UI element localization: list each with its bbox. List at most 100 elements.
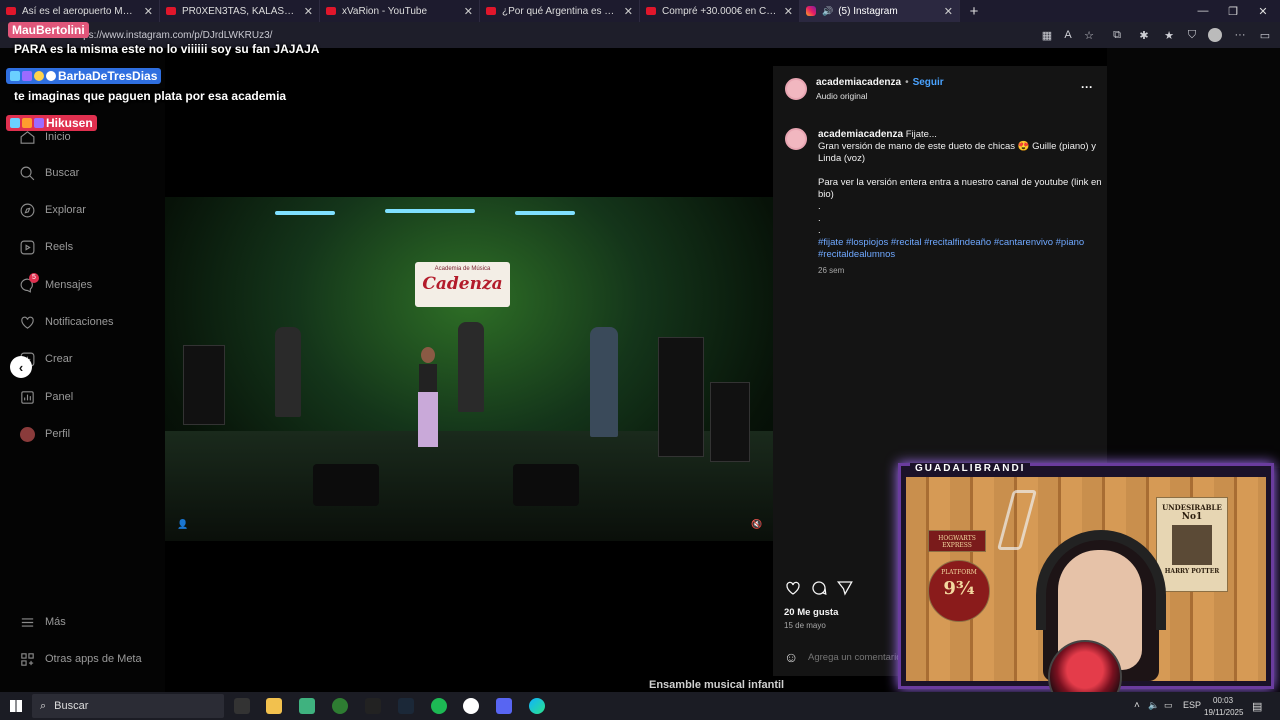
amplifier bbox=[658, 337, 704, 457]
url-field[interactable]: https://www.instagram.com/p/DJrdLWKRUz3/ bbox=[72, 30, 272, 41]
close-tab-icon[interactable]: ✕ bbox=[464, 5, 473, 18]
spotify-icon[interactable] bbox=[431, 698, 447, 714]
stage-light bbox=[385, 209, 475, 213]
favorites-icon[interactable]: ★ bbox=[1162, 28, 1176, 42]
sidebar-item-mas[interactable]: Más bbox=[18, 613, 66, 631]
platform-number: 9¾ bbox=[943, 578, 975, 599]
xbox-icon[interactable] bbox=[332, 698, 348, 714]
close-tab-icon[interactable]: ✕ bbox=[144, 5, 153, 18]
follow-button[interactable]: Seguir bbox=[913, 77, 944, 88]
guitarist bbox=[275, 327, 301, 417]
close-window-icon[interactable]: ✕ bbox=[1248, 0, 1278, 22]
previous-post-button[interactable]: ‹ bbox=[10, 356, 32, 378]
sidebar-item-mensajes[interactable]: 5 Mensajes bbox=[18, 273, 92, 294]
background-caption: Ensamble musical infantil bbox=[649, 679, 785, 691]
epic-games-icon[interactable] bbox=[365, 698, 381, 714]
language-indicator[interactable]: ESP bbox=[1183, 700, 1201, 710]
tab-title: ¿Por qué Argentina es el Mejor País bbox=[502, 5, 618, 17]
avatar[interactable] bbox=[785, 128, 807, 150]
more-icon[interactable]: ··· bbox=[1233, 28, 1247, 42]
dashboard-icon bbox=[18, 388, 36, 406]
close-tab-icon[interactable]: ✕ bbox=[784, 5, 793, 18]
show-hidden-icon[interactable]: ˄ bbox=[1134, 700, 1140, 711]
extensions-icon[interactable]: ⧉ bbox=[1110, 28, 1124, 42]
sidebar-item-notificaciones[interactable]: Notificaciones bbox=[18, 313, 113, 331]
avatar[interactable] bbox=[785, 78, 807, 100]
badge-icon bbox=[10, 118, 20, 128]
sidebar-item-explorar[interactable]: Explorar bbox=[18, 201, 86, 219]
singer bbox=[417, 347, 439, 457]
taskbar-search[interactable]: ⌕ Buscar bbox=[32, 694, 224, 718]
sidebar-item-label: Notificaciones bbox=[45, 316, 114, 328]
likes-count[interactable]: 20 Me gusta bbox=[784, 607, 838, 618]
minimize-icon[interactable]: — bbox=[1188, 0, 1218, 22]
close-tab-icon[interactable]: ✕ bbox=[304, 5, 313, 18]
mute-icon[interactable]: 🔇 bbox=[751, 519, 762, 530]
amplifier bbox=[183, 345, 225, 425]
browser-tab-active[interactable]: 🔊 (5) Instagram ✕ bbox=[800, 0, 960, 22]
shield-icon[interactable]: ⛉ bbox=[1185, 28, 1199, 42]
obs-icon[interactable] bbox=[463, 698, 479, 714]
browser-tab[interactable]: PR0XEN3TAS, KALÁSHNIK0V y G... ✕ bbox=[160, 0, 320, 22]
share-icon[interactable] bbox=[836, 579, 854, 602]
browser-tab[interactable]: Así es el aeropuerto MÁS MODERNO ✕ bbox=[0, 0, 160, 22]
post-header: academiacadenza • Seguir bbox=[816, 77, 944, 88]
puzzle-icon[interactable]: ✱ bbox=[1137, 28, 1151, 42]
menu-icon bbox=[18, 613, 36, 631]
sidebar-item-label: Otras apps de Meta bbox=[45, 653, 142, 665]
instagram-icon bbox=[806, 6, 816, 16]
volume-icon[interactable]: 🔈 bbox=[1148, 700, 1159, 711]
sidebar-item-label: Buscar bbox=[45, 167, 80, 179]
sidebar-item-buscar[interactable]: Buscar bbox=[18, 164, 79, 182]
file-explorer-icon[interactable] bbox=[266, 698, 282, 714]
profile-avatar[interactable] bbox=[1208, 28, 1222, 42]
browser-tab[interactable]: xVaRion - YouTube ✕ bbox=[320, 0, 480, 22]
badge-icon bbox=[46, 71, 56, 81]
emoji-icon[interactable]: ☺ bbox=[784, 649, 798, 665]
hashtags[interactable]: #fijate #lospiojos #recital #recitalfind… bbox=[818, 237, 1084, 249]
windows-start-icon[interactable] bbox=[10, 700, 22, 712]
sidebar-item-panel[interactable]: Panel bbox=[18, 388, 73, 406]
clock-date[interactable]: 19/11/2025 bbox=[1204, 708, 1243, 717]
sidebar-item-label: Más bbox=[45, 616, 66, 628]
read-aloud-icon[interactable]: A bbox=[1061, 28, 1075, 42]
edge-icon[interactable] bbox=[529, 698, 545, 714]
speaker-icon[interactable]: 🔊 bbox=[822, 6, 833, 17]
tagged-user-icon[interactable]: 👤 bbox=[177, 519, 188, 530]
like-icon[interactable] bbox=[784, 579, 802, 602]
browser-tab[interactable]: ¿Por qué Argentina es el Mejor País ✕ bbox=[480, 0, 640, 22]
notifications-icon[interactable]: ▤ bbox=[1252, 700, 1262, 713]
streamer-name: GUADALIBRANDI bbox=[910, 463, 1031, 474]
sidebar-item-label: Inicio bbox=[45, 131, 71, 143]
sidebar-item-perfil[interactable]: Perfil bbox=[18, 425, 70, 443]
comment-input[interactable] bbox=[808, 649, 903, 665]
task-view-icon[interactable] bbox=[234, 698, 250, 714]
academy-sign: Academia de Música Cadenza bbox=[415, 262, 510, 307]
new-tab-button[interactable]: + bbox=[960, 0, 988, 22]
network-icon[interactable]: ▭ bbox=[1164, 700, 1173, 711]
discord-icon[interactable] bbox=[496, 698, 512, 714]
steam-icon[interactable] bbox=[398, 698, 414, 714]
post-video[interactable]: Academia de Música Cadenza 👤 🔇 bbox=[165, 197, 773, 541]
browser-tab[interactable]: Compré +30.000€ en Cajas Misteriosas ✕ bbox=[640, 0, 800, 22]
caption-text: Gran versión de mano de este dueto de ch… bbox=[818, 141, 1096, 152]
minecraft-icon[interactable] bbox=[299, 698, 315, 714]
maximize-icon[interactable]: ❐ bbox=[1218, 0, 1248, 22]
stage-monitor bbox=[513, 464, 579, 506]
caption-username[interactable]: academiacadenza bbox=[818, 129, 903, 140]
author-username[interactable]: academiacadenza bbox=[816, 77, 901, 88]
youtube-icon bbox=[326, 7, 336, 15]
more-options-icon[interactable]: ··· bbox=[1081, 80, 1093, 94]
clock-time[interactable]: 00:03 bbox=[1213, 696, 1233, 705]
post-age: 26 sem bbox=[818, 266, 845, 275]
sidebar-item-reels[interactable]: Reels bbox=[18, 238, 73, 256]
sidebar-toggle-icon[interactable]: ▭ bbox=[1258, 28, 1272, 42]
hashtags[interactable]: #recitaldealumnos bbox=[818, 249, 895, 261]
favorite-star-icon[interactable]: ☆ bbox=[1082, 28, 1096, 42]
close-tab-icon[interactable]: ✕ bbox=[624, 5, 633, 18]
comment-icon[interactable] bbox=[810, 579, 828, 602]
app-icon[interactable]: ▦ bbox=[1040, 28, 1054, 42]
close-tab-icon[interactable]: ✕ bbox=[944, 5, 953, 18]
audio-label[interactable]: Audio original bbox=[816, 91, 868, 101]
sidebar-item-meta-apps[interactable]: Otras apps de Meta bbox=[18, 650, 142, 668]
